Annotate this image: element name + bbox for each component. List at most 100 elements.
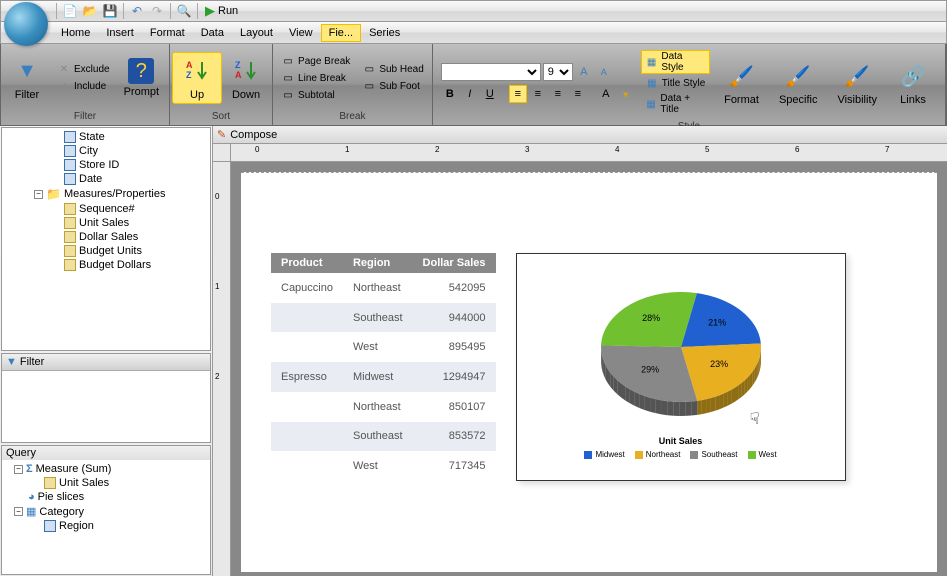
ribbon-group-sort: AZ Up ZA Down Sort — [170, 44, 273, 125]
sub-head-button[interactable]: ▭Sub Head — [358, 62, 427, 78]
sort-down-button[interactable]: ZA Down — [222, 53, 270, 103]
filter-button[interactable]: ▼ Filter — [3, 53, 51, 103]
col-dollar-sales[interactable]: Dollar Sales — [413, 253, 496, 273]
table-row[interactable]: Southeast853572 — [271, 422, 496, 452]
exclude-button[interactable]: ✕ Exclude — [53, 62, 114, 78]
tree-folder-measures[interactable]: −📁Measures/Properties — [4, 186, 208, 202]
redo-icon[interactable]: ↷ — [149, 3, 165, 19]
tree-item-city[interactable]: City — [4, 144, 208, 158]
include-button[interactable]: ✓ Include — [53, 79, 114, 95]
query-category-folder[interactable]: −▦Category — [4, 504, 208, 519]
tree-item-budget-dollars[interactable]: Budget Dollars — [4, 258, 208, 272]
query-region[interactable]: Region — [4, 519, 208, 533]
svg-text:A: A — [235, 70, 242, 80]
report-canvas[interactable]: Product Region Dollar Sales CapuccinoNor… — [241, 172, 937, 572]
table-row[interactable]: EspressoMidwest1294947 — [271, 362, 496, 392]
page-break-button[interactable]: ▭Page Break — [277, 53, 354, 69]
data-style-icon: ▦ — [645, 55, 659, 69]
specific-button[interactable]: 🖌️ Specific — [771, 58, 826, 108]
preview-icon[interactable]: 🔍 — [176, 3, 192, 19]
query-panel-label: Query — [2, 446, 210, 460]
save-icon[interactable]: 💾 — [102, 3, 118, 19]
menu-layout[interactable]: Layout — [232, 24, 281, 42]
italic-icon[interactable]: I — [461, 85, 479, 103]
font-family-select[interactable] — [441, 63, 541, 81]
prompt-button[interactable]: ? Prompt — [116, 56, 167, 100]
align-left-icon[interactable]: ≡ — [509, 85, 527, 103]
svg-text:A: A — [186, 60, 193, 70]
tree-item-date[interactable]: Date — [4, 172, 208, 186]
query-pie-slices[interactable]: ◕Pie slices — [4, 490, 208, 504]
svg-text:21%: 21% — [708, 317, 726, 327]
col-region[interactable]: Region — [343, 253, 413, 273]
legend-item: Northeast — [635, 450, 681, 459]
open-icon[interactable]: 📂 — [82, 3, 98, 19]
visibility-button[interactable]: 🖌️ Visibility — [829, 58, 885, 108]
run-button[interactable]: ▶ Run — [201, 2, 242, 20]
pie-chart[interactable]: 21%23%29%28% Unit Sales MidwestNortheast… — [516, 253, 846, 481]
title-style-button[interactable]: ▦Title Style — [641, 75, 710, 91]
svg-text:Z: Z — [186, 70, 192, 80]
tree-item-sequence[interactable]: Sequence# — [4, 202, 208, 216]
tree-item-dollar-sales[interactable]: Dollar Sales — [4, 230, 208, 244]
tree-item-unit-sales[interactable]: Unit Sales — [4, 216, 208, 230]
fill-color-icon[interactable]: ▾ — [617, 85, 635, 103]
font-smaller-icon[interactable]: A — [595, 63, 613, 81]
sort-up-button[interactable]: AZ Up — [172, 52, 222, 104]
query-panel: Query −ΣMeasure (Sum) Unit Sales ◕Pie sl… — [1, 445, 211, 575]
new-icon[interactable]: 📄 — [62, 3, 78, 19]
menu-data[interactable]: Data — [193, 24, 232, 42]
subtotal-button[interactable]: ▭Subtotal — [277, 87, 354, 103]
page-break-icon: ▭ — [281, 54, 295, 68]
menu-field[interactable]: Fie... — [321, 24, 361, 42]
menu-format[interactable]: Format — [142, 24, 193, 42]
table-row[interactable]: CapuccinoNortheast542095 — [271, 273, 496, 303]
underline-icon[interactable]: U — [481, 85, 499, 103]
data-table[interactable]: Product Region Dollar Sales CapuccinoNor… — [271, 253, 496, 481]
ribbon: ▼ Filter ✕ Exclude ✓ Include ? Prompt Fi… — [0, 44, 947, 126]
align-justify-icon[interactable]: ≡ — [569, 85, 587, 103]
align-right-icon[interactable]: ≡ — [549, 85, 567, 103]
folder-icon: 📁 — [46, 187, 61, 201]
tree-item-budget-units[interactable]: Budget Units — [4, 244, 208, 258]
font-color-icon[interactable]: A — [597, 85, 615, 103]
font-size-select[interactable]: 9 — [543, 63, 573, 81]
table-row[interactable]: Southeast944000 — [271, 303, 496, 333]
data-style-button[interactable]: ▦Data Style — [641, 50, 710, 74]
col-product[interactable]: Product — [271, 253, 343, 273]
tree-item-state[interactable]: State — [4, 130, 208, 144]
links-button[interactable]: 🔗 Links — [889, 58, 937, 108]
line-break-button[interactable]: ▭Line Break — [277, 70, 354, 86]
sub-foot-button[interactable]: ▭Sub Foot — [358, 79, 427, 95]
tree-item-store-id[interactable]: Store ID — [4, 158, 208, 172]
table-row[interactable]: West895495 — [271, 332, 496, 362]
font-larger-icon[interactable]: A — [575, 63, 593, 81]
subtotal-icon: ▭ — [281, 88, 295, 102]
chart-legend: MidwestNortheastSoutheastWest — [517, 450, 845, 459]
menu-insert[interactable]: Insert — [98, 24, 142, 42]
menu-series[interactable]: Series — [361, 24, 408, 42]
subhead-icon: ▭ — [362, 63, 376, 77]
cursor-hand-icon: ☟ — [750, 409, 760, 429]
fields-tree[interactable]: State City Store ID Date −📁Measures/Prop… — [1, 127, 211, 351]
table-row[interactable]: Northeast850107 — [271, 392, 496, 422]
line-break-icon: ▭ — [281, 71, 295, 85]
data-title-button[interactable]: ▦Data + Title — [641, 92, 710, 116]
app-logo-globe — [4, 2, 48, 46]
table-row[interactable]: West717345 — [271, 451, 496, 481]
query-measure-folder[interactable]: −ΣMeasure (Sum) — [4, 462, 208, 476]
menu-home[interactable]: Home — [53, 24, 98, 42]
filter-panel: ▼ Filter — [1, 353, 211, 443]
align-center-icon[interactable]: ≡ — [529, 85, 547, 103]
collapse-icon[interactable]: − — [34, 190, 43, 199]
menu-view[interactable]: View — [281, 24, 321, 42]
exclude-icon: ✕ — [57, 63, 71, 77]
ribbon-group-break: ▭Page Break ▭Line Break ▭Subtotal ▭Sub H… — [273, 44, 433, 125]
legend-item: Midwest — [584, 450, 624, 459]
format-button[interactable]: 🖌️ Format — [716, 58, 767, 108]
bold-icon[interactable]: B — [441, 85, 459, 103]
links-icon: 🔗 — [897, 60, 929, 92]
undo-icon[interactable]: ↶ — [129, 3, 145, 19]
query-unit-sales[interactable]: Unit Sales — [4, 476, 208, 490]
pie-svg: 21%23%29%28% — [581, 262, 781, 432]
